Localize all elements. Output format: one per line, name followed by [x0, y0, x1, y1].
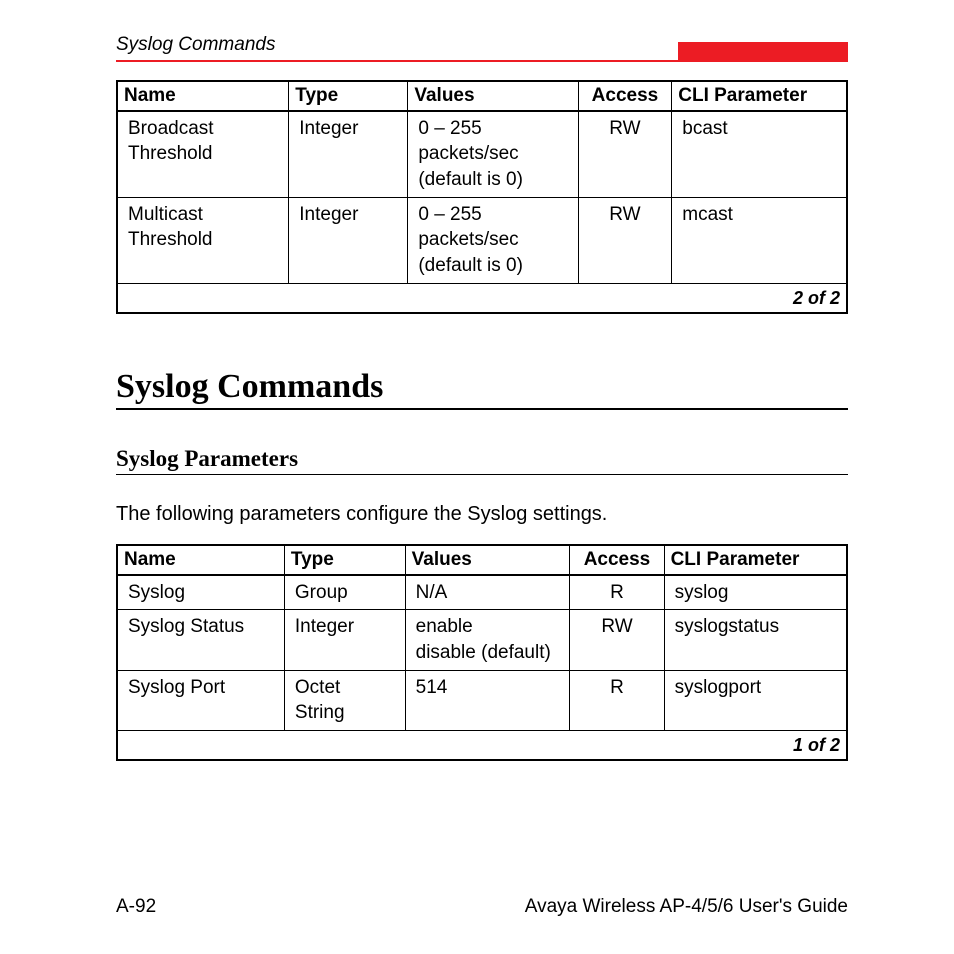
cell-access: R	[570, 670, 664, 730]
cell-cli: syslogport	[664, 670, 847, 730]
cell-type: Group	[284, 575, 405, 610]
cell-name: Syslog Status	[117, 610, 284, 670]
table-pager: 1 of 2	[117, 730, 847, 760]
page-number: A-92	[116, 896, 156, 918]
table-pager-row: 1 of 2	[117, 730, 847, 760]
cell-cli: syslogstatus	[664, 610, 847, 670]
cell-type: Octet String	[284, 670, 405, 730]
cell-access: RW	[570, 610, 664, 670]
cell-cli: syslog	[664, 575, 847, 610]
th-values: Values	[408, 81, 578, 111]
cell-type: Integer	[284, 610, 405, 670]
cell-values: enable disable (default)	[405, 610, 570, 670]
header-title: Syslog Commands	[116, 34, 678, 60]
section-heading: Syslog Commands	[116, 368, 848, 410]
cell-type: Integer	[289, 111, 408, 197]
table-pager: 2 of 2	[117, 283, 847, 313]
page-footer: A-92 Avaya Wireless AP-4/5/6 User's Guid…	[116, 896, 848, 918]
cell-name: Multicast Threshold	[117, 197, 289, 283]
syslog-table: Name Type Values Access CLI Parameter Sy…	[116, 544, 848, 761]
th-access: Access	[570, 545, 664, 575]
cell-values: 514	[405, 670, 570, 730]
th-type: Type	[289, 81, 408, 111]
cell-values: 0 – 255 packets/sec (default is 0)	[408, 197, 578, 283]
intro-paragraph: The following parameters configure the S…	[116, 503, 848, 526]
table-header-row: Name Type Values Access CLI Parameter	[117, 545, 847, 575]
cell-values: 0 – 255 packets/sec (default is 0)	[408, 111, 578, 197]
cell-name: Broadcast Threshold	[117, 111, 289, 197]
th-name: Name	[117, 545, 284, 575]
th-values: Values	[405, 545, 570, 575]
header-accent-bar	[678, 42, 848, 60]
table-row: Syslog Port Octet String 514 R syslogpor…	[117, 670, 847, 730]
table-row: Broadcast Threshold Integer 0 – 255 pack…	[117, 111, 847, 197]
cell-name: Syslog	[117, 575, 284, 610]
page-header: Syslog Commands	[116, 34, 848, 62]
cell-cli: mcast	[672, 197, 847, 283]
cell-type: Integer	[289, 197, 408, 283]
threshold-table: Name Type Values Access CLI Parameter Br…	[116, 80, 848, 314]
th-access: Access	[578, 81, 672, 111]
cell-name: Syslog Port	[117, 670, 284, 730]
table-row: Multicast Threshold Integer 0 – 255 pack…	[117, 197, 847, 283]
table-header-row: Name Type Values Access CLI Parameter	[117, 81, 847, 111]
th-name: Name	[117, 81, 289, 111]
th-cli: CLI Parameter	[672, 81, 847, 111]
cell-values: N/A	[405, 575, 570, 610]
table-row: Syslog Status Integer enable disable (de…	[117, 610, 847, 670]
cell-access: RW	[578, 197, 672, 283]
subsection-heading: Syslog Parameters	[116, 446, 848, 475]
table-pager-row: 2 of 2	[117, 283, 847, 313]
cell-access: RW	[578, 111, 672, 197]
table-row: Syslog Group N/A R syslog	[117, 575, 847, 610]
th-cli: CLI Parameter	[664, 545, 847, 575]
cell-cli: bcast	[672, 111, 847, 197]
cell-access: R	[570, 575, 664, 610]
th-type: Type	[284, 545, 405, 575]
footer-title: Avaya Wireless AP-4/5/6 User's Guide	[525, 896, 848, 918]
